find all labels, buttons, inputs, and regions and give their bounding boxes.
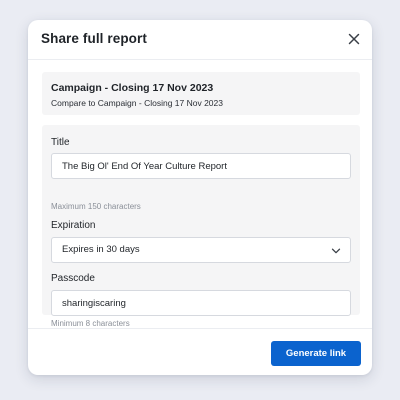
- share-form: Title Maximum 150 characters Expiration …: [42, 125, 360, 328]
- share-report-modal: Share full report Campaign - Closing 17 …: [28, 20, 372, 375]
- title-hint: Maximum 150 characters: [51, 202, 141, 211]
- expiration-select[interactable]: Expires in 30 days: [51, 237, 351, 263]
- passcode-hint: Minimum 8 characters: [51, 319, 130, 328]
- campaign-title: Campaign - Closing 17 Nov 2023: [51, 82, 214, 94]
- chevron-down-icon: [331, 246, 341, 256]
- modal-title: Share full report: [41, 31, 147, 46]
- title-label: Title: [51, 137, 70, 148]
- campaign-info: Campaign - Closing 17 Nov 2023 Compare t…: [42, 72, 360, 115]
- title-input[interactable]: [51, 153, 351, 179]
- expiration-label: Expiration: [51, 220, 96, 231]
- footer-divider: [28, 328, 372, 329]
- generate-link-button[interactable]: Generate link: [271, 341, 361, 366]
- close-icon: [348, 33, 360, 45]
- passcode-label: Passcode: [51, 273, 95, 284]
- close-button[interactable]: [346, 31, 362, 47]
- passcode-input[interactable]: [51, 290, 351, 316]
- modal-header: Share full report: [28, 20, 372, 60]
- campaign-compare: Compare to Campaign - Closing 17 Nov 202…: [51, 98, 223, 108]
- expiration-value: Expires in 30 days: [62, 244, 140, 255]
